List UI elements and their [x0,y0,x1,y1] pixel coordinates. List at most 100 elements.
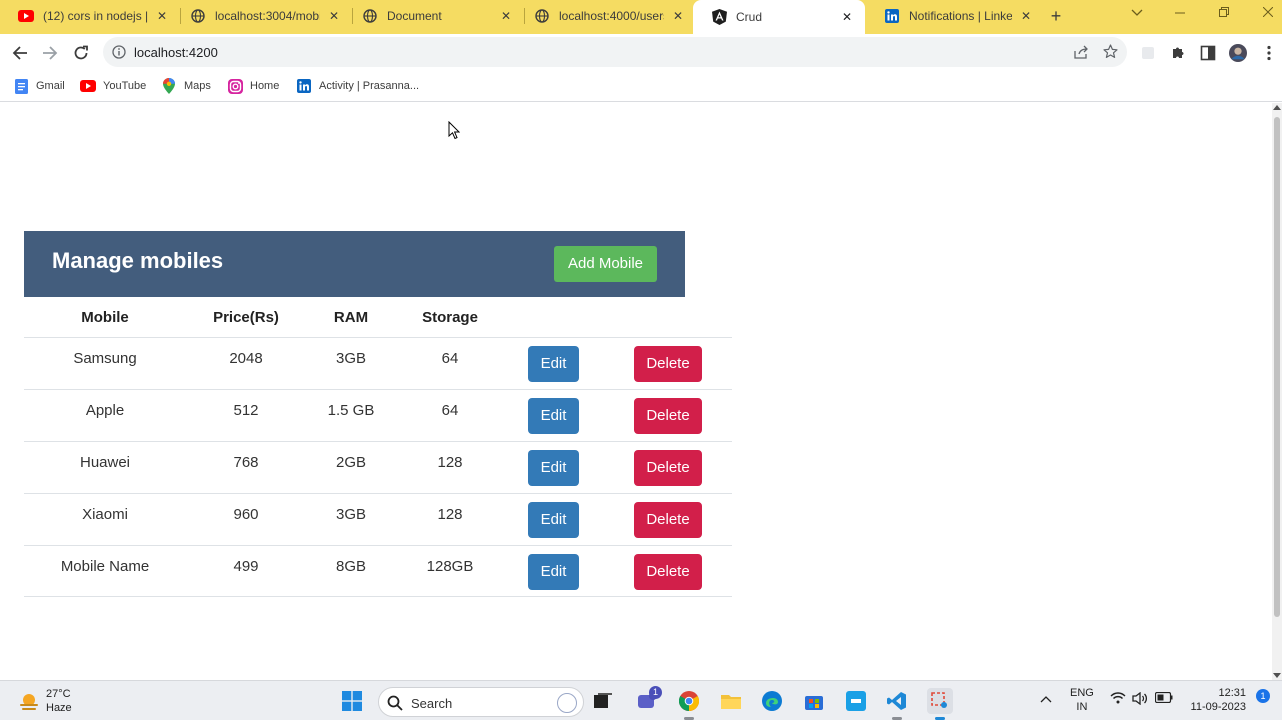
forward-button[interactable] [39,42,61,64]
page-viewport: Manage mobiles Add Mobile Mobile Price(R… [0,103,1272,680]
cell-mobile: Apple [85,402,125,419]
bookmark-youtube[interactable]: YouTube [80,78,146,94]
edit-button[interactable]: Edit [528,502,579,538]
vscode-icon[interactable] [886,690,908,712]
edit-button[interactable]: Edit [528,346,579,382]
cell-price: 768 [233,454,259,471]
tab-crud[interactable]: Crud ✕ [693,0,865,34]
tab-title: Crud [736,10,763,24]
chrome-menu-icon[interactable] [1260,44,1278,62]
reload-button[interactable] [70,42,92,64]
tab-title: Document [387,9,442,23]
scroll-down-arrow-icon[interactable] [1273,673,1281,678]
delete-button[interactable]: Delete [634,450,702,486]
bookmark-linkedin-activity[interactable]: Activity | Prasanna... [296,78,419,94]
system-clock[interactable]: 12:31 11-09-2023 [1191,686,1246,714]
tab-strip: (12) cors in nodejs | h ✕ localhost:3004… [0,0,1282,34]
bookmark-gmail[interactable]: Gmail [13,78,65,94]
bookmark-home[interactable]: Home [227,78,279,94]
cell-ram: 3GB [335,506,366,523]
delete-button[interactable]: Delete [634,554,702,590]
notification-badge[interactable]: 1 [1256,689,1270,703]
microsoft-store-icon[interactable] [803,690,825,712]
docs-icon [13,78,29,94]
tab-close-icon[interactable]: ✕ [498,9,514,23]
address-bar[interactable]: localhost:4200 [103,37,1127,67]
scrollbar-thumb[interactable] [1274,117,1280,617]
cell-mobile: Mobile Name [60,558,150,575]
cell-ram: 1.5 GB [327,402,375,419]
delete-button[interactable]: Delete [634,398,702,434]
side-panel-icon[interactable] [1199,44,1217,62]
tab-close-icon[interactable]: ✕ [154,9,170,23]
back-button[interactable] [9,42,31,64]
chrome-icon[interactable] [678,690,700,712]
tab-search-icon[interactable] [1127,6,1147,20]
cell-ram: 3GB [335,350,366,367]
tab-youtube-cors[interactable]: (12) cors in nodejs | h ✕ [0,0,180,32]
tab-close-icon[interactable]: ✕ [839,10,855,24]
tab-localhost-3004[interactable]: localhost:3004/mobile ✕ [172,0,352,32]
task-view-icon[interactable] [592,690,614,712]
edit-button[interactable]: Edit [528,450,579,486]
cell-ram: 8GB [335,558,366,575]
browser-toolbar: localhost:4200 [0,34,1282,70]
cell-storage: 64 [441,402,459,419]
snipping-tool-icon[interactable] [927,688,953,714]
column-header-ram: RAM [333,309,369,326]
windows-taskbar: 27°C Haze Search 1 ENG IN 12:31 11-09-20… [0,680,1282,720]
new-tab-button[interactable]: + [1046,6,1066,26]
page-scrollbar[interactable] [1272,103,1282,680]
site-info-icon[interactable] [112,45,126,64]
edit-button[interactable]: Edit [528,554,579,590]
url-text[interactable]: localhost:4200 [134,45,218,60]
tab-linkedin[interactable]: Notifications | Linked ✕ [866,0,1044,32]
delete-button[interactable]: Delete [634,502,702,538]
clock-time: 12:31 [1218,687,1246,699]
instagram-icon [227,78,243,94]
table-row: Samsung 2048 3GB 64 Edit Delete [24,337,732,389]
cell-price: 960 [233,506,259,523]
weather-condition: Haze [46,702,72,714]
file-explorer-icon[interactable] [720,690,742,712]
minimize-button[interactable] [1170,6,1190,20]
bookmark-star-icon[interactable] [1103,44,1118,64]
table-header-row: Mobile Price(Rs) RAM Storage [24,297,732,337]
bookmark-maps[interactable]: Maps [161,78,211,94]
battery-icon[interactable] [1154,691,1173,706]
search-placeholder: Search [411,696,453,711]
globe-icon [190,8,206,24]
tab-title: localhost:3004/mobile [215,9,320,23]
close-window-button[interactable] [1258,6,1278,20]
language-indicator[interactable]: ENG IN [1070,686,1094,714]
scroll-up-arrow-icon[interactable] [1273,105,1281,110]
show-hidden-icons-chevron[interactable] [1040,692,1052,706]
delete-button[interactable]: Delete [634,346,702,382]
tab-document[interactable]: Document ✕ [344,0,524,32]
add-mobile-button[interactable]: Add Mobile [554,246,657,282]
hp-smart-icon[interactable] [845,690,867,712]
taskbar-search[interactable]: Search [378,687,584,717]
share-icon[interactable] [1074,45,1089,64]
volume-icon[interactable] [1132,691,1148,708]
bookmark-label: Activity | Prasanna... [319,80,420,92]
extensions-puzzle-icon[interactable] [1169,44,1187,62]
tab-localhost-4000[interactable]: localhost:4000/users ✕ [516,0,696,32]
edge-icon[interactable] [761,690,783,712]
tab-title: (12) cors in nodejs | h [43,9,148,23]
tab-close-icon[interactable]: ✕ [1018,9,1034,23]
maximize-button[interactable] [1214,6,1234,20]
tab-close-icon[interactable]: ✕ [670,9,686,23]
linkedin-icon [884,8,900,24]
cell-mobile: Huawei [79,454,131,471]
cell-storage: 64 [441,350,459,367]
edit-button[interactable]: Edit [528,398,579,434]
table-title-bar: Manage mobiles Add Mobile [24,231,685,297]
windows-start-icon[interactable] [341,690,363,712]
bookmark-label: Maps [184,80,211,92]
extension-placeholder-icon[interactable] [1139,44,1157,62]
tab-close-icon[interactable]: ✕ [326,9,342,23]
page-title: Manage mobiles [52,248,224,273]
wifi-icon[interactable] [1110,692,1126,707]
profile-avatar[interactable] [1229,44,1247,62]
